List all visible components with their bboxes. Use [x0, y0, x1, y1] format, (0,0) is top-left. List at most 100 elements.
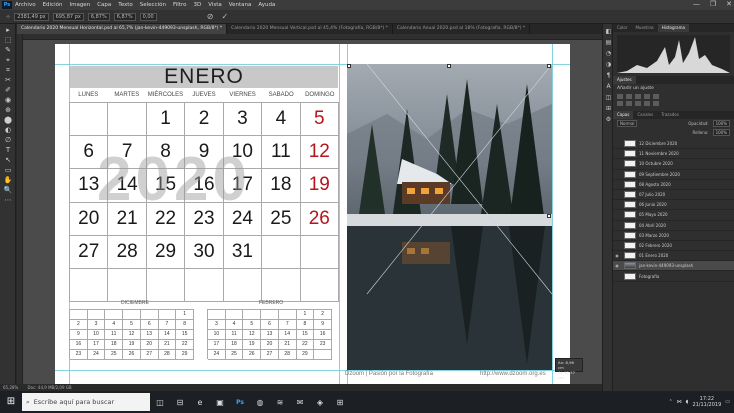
close-button[interactable]: ✕ — [726, 0, 732, 8]
taskbar-app-icon[interactable]: ⊟ — [170, 391, 190, 413]
layer-row[interactable]: 06 Junio 2020 — [613, 200, 734, 211]
angle-field[interactable]: 0,00 — [139, 12, 157, 21]
taskbar-app-icon[interactable]: e — [190, 391, 210, 413]
chevron-up-icon[interactable]: ⌃ — [669, 399, 673, 405]
height-field[interactable]: 6,87% — [113, 12, 136, 21]
maximize-button[interactable]: ❐ — [710, 0, 716, 8]
vibrance-icon[interactable] — [653, 94, 659, 99]
layer-row[interactable]: ◉ jan-kevin-449093-unsplash — [613, 261, 734, 272]
taskbar-app-icon[interactable]: ◫ — [150, 391, 170, 413]
opacity-field[interactable]: 100% — [712, 120, 730, 127]
menu-item-0[interactable]: Archivo — [15, 2, 36, 8]
layer-row[interactable]: 09 Septiembre 2020 — [613, 170, 734, 180]
blend-mode-select[interactable]: Normal — [617, 120, 638, 127]
layer-row[interactable]: 05 Mayo 2020 — [613, 210, 734, 221]
width-field[interactable]: 6,87% — [87, 12, 110, 21]
taskbar-app-icon[interactable]: ≋ — [270, 391, 290, 413]
layer-row[interactable]: Fotografía — [613, 271, 734, 282]
visibility-eye-icon[interactable]: ◉ — [613, 253, 621, 258]
menu-item-1[interactable]: Edición — [43, 2, 63, 8]
tab-channels[interactable]: Canales — [633, 111, 657, 119]
tool-icon[interactable]: ◐ — [3, 126, 13, 134]
layer-row[interactable]: 12 Diciembre 2020 — [613, 139, 734, 150]
tool-icon[interactable]: T — [3, 146, 13, 154]
taskbar-app-icon[interactable]: ◈ — [310, 391, 330, 413]
notifications-icon[interactable]: ▭ — [725, 399, 730, 405]
tool-icon[interactable]: ✋ — [3, 176, 13, 184]
layer-row[interactable]: 07 Julio 2020 — [613, 190, 734, 201]
taskbar-app-icon[interactable]: ✉ — [290, 391, 310, 413]
panel-shortcut-icon[interactable]: ⚙ — [605, 116, 612, 123]
layer-row[interactable]: 03 Marzo 2020 — [613, 231, 734, 241]
brightness-icon[interactable] — [617, 94, 623, 99]
tool-icon[interactable]: ↖ — [3, 156, 13, 164]
taskbar-app-icon[interactable]: ⊞ — [330, 391, 350, 413]
tool-icon[interactable]: ⌖ — [3, 56, 13, 64]
menu-item-7[interactable]: 3D — [193, 2, 201, 8]
transform-handle[interactable] — [547, 214, 551, 218]
layer-row[interactable]: 10 Octubre 2020 — [613, 159, 734, 170]
bw-icon[interactable] — [635, 101, 641, 106]
transform-handle[interactable] — [347, 64, 351, 68]
ruler-horizontal[interactable] — [17, 34, 602, 40]
clock[interactable]: 17:22 21/11/2019 — [692, 396, 721, 408]
curves-icon[interactable] — [635, 94, 641, 99]
network-icon[interactable]: ⋈ — [677, 399, 682, 405]
tab-adjustments[interactable]: Ajustes — [613, 76, 636, 84]
x-field[interactable]: 2381,49 px — [14, 12, 49, 21]
layer-row[interactable]: 08 Agosto 2020 — [613, 180, 734, 190]
windows-start-icon[interactable]: ⊞ — [0, 391, 22, 413]
tool-icon[interactable]: ✂ — [3, 76, 13, 84]
document-tab[interactable]: Calendario 2020 Mensual Horizontal.psd a… — [17, 24, 228, 34]
minimize-button[interactable]: — — [693, 0, 700, 8]
panel-shortcut-icon[interactable]: ◔ — [605, 50, 612, 57]
tab-swatches[interactable]: Muestras — [631, 24, 657, 32]
panel-shortcut-icon[interactable]: ⊞ — [605, 105, 612, 112]
panel-shortcut-icon[interactable]: ▤ — [605, 39, 612, 46]
document-page[interactable]: ENERO LUNES MARTES MIÉRCOLES JUEVES VIERNES S… — [55, 44, 583, 387]
cancel-transform-icon[interactable]: ⊘ — [207, 12, 214, 21]
tool-icon[interactable]: ⋯ — [3, 196, 13, 204]
tab-layers[interactable]: Capas — [613, 111, 634, 119]
taskbar-search[interactable]: ⌕ Escribe aquí para buscar — [22, 393, 150, 411]
tool-icon[interactable]: ▸ — [3, 26, 13, 34]
taskbar-app-icon[interactable]: ◍ — [250, 391, 270, 413]
levels-icon[interactable] — [626, 94, 632, 99]
taskbar-app-icon[interactable]: ▣ — [210, 391, 230, 413]
document-tab[interactable]: Calendario Anual 2020.psd al 18% (Fotogr… — [393, 24, 531, 34]
layer-row[interactable]: 11 Noviembre 2020 — [613, 149, 734, 160]
zoom-level[interactable]: 65,28% — [3, 385, 18, 390]
channel-mixer-icon[interactable] — [653, 101, 659, 106]
commit-transform-icon[interactable]: ✓ — [221, 12, 228, 21]
panel-shortcut-icon[interactable]: ¶ — [605, 72, 612, 79]
exposure-icon[interactable] — [644, 94, 650, 99]
panel-shortcut-icon[interactable]: ◑ — [605, 61, 612, 68]
fill-field[interactable]: 100% — [712, 129, 730, 136]
tool-icon[interactable]: ⬤ — [3, 116, 13, 124]
tool-icon[interactable]: ✐ — [3, 86, 13, 94]
layer-row[interactable]: 02 Febrero 2020 — [613, 241, 734, 252]
ruler-vertical[interactable] — [17, 34, 23, 384]
tool-icon[interactable]: ⊕ — [3, 106, 13, 114]
guide-line[interactable] — [339, 44, 340, 387]
menu-item-10[interactable]: Ayuda — [258, 2, 275, 8]
tool-icon[interactable]: 🔍 — [3, 186, 13, 194]
transform-handle[interactable] — [547, 64, 551, 68]
tool-icon[interactable]: ⬚ — [3, 36, 13, 44]
y-field[interactable]: 695,87 px — [52, 12, 84, 21]
photo-filter-icon[interactable] — [644, 101, 650, 106]
menu-item-5[interactable]: Selección — [140, 2, 166, 8]
document-tab[interactable]: Calendario 2020 Mensual Vertical.psd al … — [227, 24, 393, 34]
tool-icon[interactable]: ✎ — [3, 46, 13, 54]
layer-row[interactable]: ◉ 01 Enero 2020 — [613, 251, 734, 262]
tool-icon[interactable]: ∅ — [3, 136, 13, 144]
menu-item-8[interactable]: Vista — [208, 2, 222, 8]
tool-icon[interactable]: ▭ — [3, 166, 13, 174]
tool-icon[interactable]: ◉ — [3, 96, 13, 104]
layer-row[interactable]: 04 Abril 2020 — [613, 221, 734, 231]
menu-item-4[interactable]: Texto — [118, 2, 133, 8]
panel-shortcut-icon[interactable]: ◫ — [605, 94, 612, 101]
menu-item-3[interactable]: Capa — [97, 2, 111, 8]
tab-color[interactable]: Color — [613, 24, 631, 32]
transform-handle[interactable] — [447, 64, 451, 68]
